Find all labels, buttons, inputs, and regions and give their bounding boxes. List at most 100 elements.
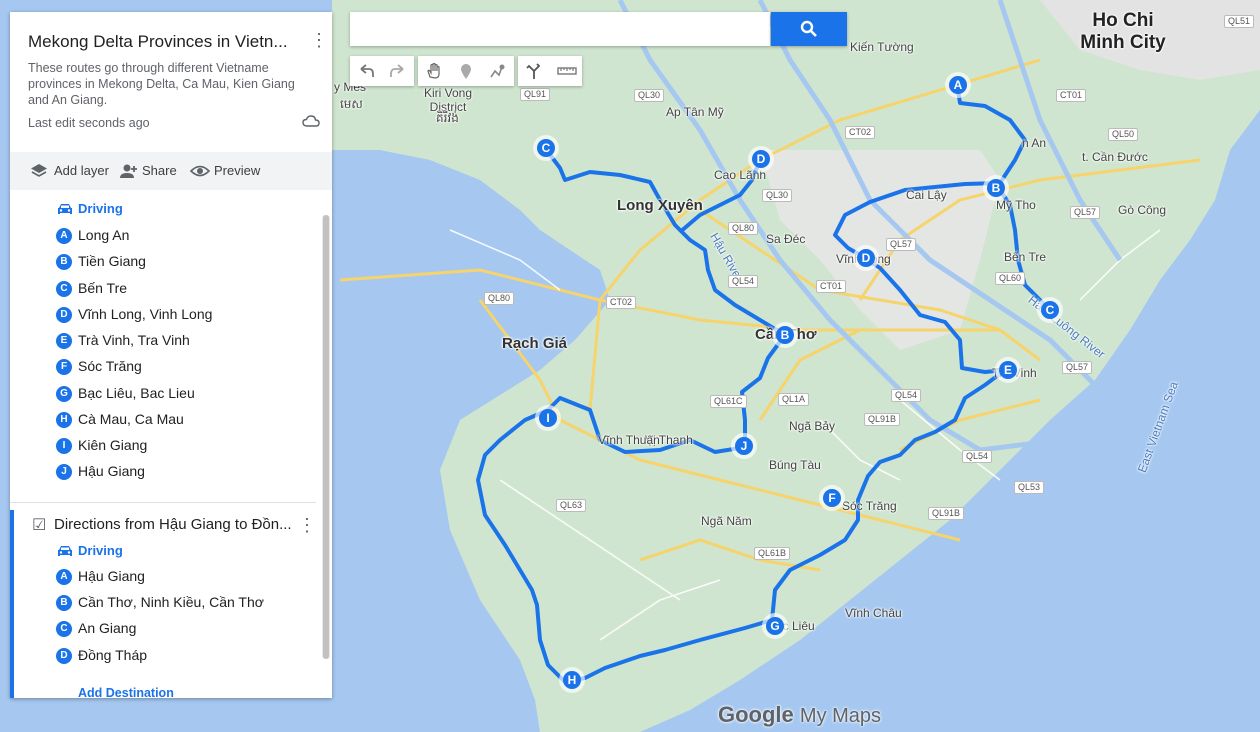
map-label-mes-kh: មេស [340,97,363,111]
redo-icon [390,64,404,77]
map-label-ben-luc: n An [1022,136,1047,150]
map-legend-panel: Mekong Delta Provinces in Vietn... ⋮ The… [10,12,332,698]
waypoint-route2-c[interactable]: C [533,135,559,161]
route-tool-group [518,56,582,86]
road-badge: QL80 [728,222,759,235]
road-badge: QL50 [1108,128,1139,141]
map-description[interactable]: These routes go through different Vietna… [28,60,308,108]
redo-button[interactable] [382,56,414,86]
layer-divider [10,502,316,503]
waypoint-f[interactable]: F [819,485,845,511]
waypoint-e[interactable]: E [995,357,1021,383]
waypoint-g[interactable]: G [762,613,788,639]
road-badge: QL91 [520,88,551,101]
road-badge: QL54 [728,275,759,288]
directions-icon [526,63,541,79]
add-destination-link[interactable]: Add Destination [78,686,174,698]
road-badge: QL30 [762,189,793,202]
road-badge: QL60 [995,272,1026,285]
road-badge: QL57 [1062,361,1093,374]
layer-list: Driving A Long An B Tiền Giang C Bến Tre DV… [10,190,320,698]
road-badge: CT02 [845,126,876,139]
add-marker-button[interactable] [450,56,482,86]
edit-tool-group [418,56,514,86]
add-directions-button[interactable] [518,56,550,86]
waypoint-a[interactable]: A [945,72,971,98]
map-label-sa-dec: Sa Đéc [766,232,806,246]
history-tool-group [350,56,414,86]
map-options-button[interactable]: ⋮ [310,30,328,50]
map-label-ben-tre: Bến Tre [1004,250,1047,264]
road-badge: CT02 [606,296,637,309]
hand-icon [427,62,440,79]
map-label-bung-tau: Búng Tàu [769,458,821,472]
road-badge: QL61C [710,395,747,408]
waypoint-d[interactable]: D [853,245,879,271]
map-label-ho-chi-minh: Ho Chi Minh City [1080,10,1166,53]
map-label-nga-bay: Ngã Bảy [789,419,836,433]
road-badge: QL54 [891,389,922,402]
map-label-cai-lay: Cai Lậy [906,188,947,202]
waypoint-b[interactable]: B [983,175,1009,201]
measure-button[interactable] [550,56,582,86]
eye-icon [190,165,210,177]
road-badge: QL91B [864,413,901,426]
waypoint-i[interactable]: I [535,405,561,431]
map-label-can-duoc: t. Cần Đước [1082,150,1148,164]
map-label-vinh-thuan: Vĩnh Thuận [598,433,660,447]
waypoint-route2-d[interactable]: D [748,146,774,172]
road-badge: QL30 [634,89,665,102]
ruler-icon [557,67,577,75]
map-label-ap-tan-my: Ap Tân Mỹ [666,105,724,119]
select-hand-button[interactable] [418,56,450,86]
road-badge: QL54 [962,450,993,463]
search-icon [800,20,817,37]
preview-button[interactable]: Preview [190,160,266,182]
map-label-nga-nam: Ngã Năm [701,514,752,528]
road-badge: QL1A [778,393,810,406]
layer2-visibility-checkbox[interactable]: ☑ [32,515,46,535]
scrollbar-thumb[interactable] [323,215,329,659]
cloud-saved-icon [302,115,320,127]
map-label-kien-tuong: Kiến Tường [850,40,914,54]
draw-line-icon [490,64,505,78]
draw-line-button[interactable] [482,56,514,86]
layer2-selected-indicator [10,510,14,698]
undo-button[interactable] [350,56,382,86]
road-badge: QL80 [484,292,515,305]
panel-scrollbar[interactable] [322,215,330,659]
map-label-soc-trang: Sóc Trăng [842,499,897,513]
layer2-options-button[interactable]: ⋮ [298,515,316,536]
map-label-khmer: គិរីវង់ [436,111,459,125]
road-badge: QL91B [928,507,965,520]
map-label-long-xuyen: Long Xuyên [617,197,703,214]
map-label-rach-gia: Rạch Giá [502,335,568,352]
car-icon [58,546,72,556]
road-badge: QL61B [754,547,791,560]
road-badge: QL63 [556,499,587,512]
share-button[interactable]: Share [118,160,182,182]
road-badge: QL53 [1014,481,1045,494]
add-layer-button[interactable]: Add layer [30,160,110,182]
add-person-icon [120,164,137,178]
marker-icon [461,64,471,79]
layers-icon [31,164,47,177]
waypoint-j[interactable]: J [731,433,757,459]
map-label-my-tho: Mỹ Tho [996,198,1036,212]
panel-header: Mekong Delta Provinces in Vietn... ⋮ The… [10,12,332,152]
waypoint-h[interactable]: H [559,667,585,693]
waypoint-c[interactable]: C [1037,297,1063,323]
search-button[interactable] [771,12,847,46]
road-badge: QL57 [886,238,917,251]
road-badge: CT01 [816,280,847,293]
road-badge: QL51 [1224,15,1255,28]
map-title[interactable]: Mekong Delta Provinces in Vietn... [28,32,288,52]
panel-actions-bar: Add layer Share Preview [10,152,332,190]
undo-icon [360,64,374,77]
search-input[interactable] [350,12,770,46]
google-my-maps-logo: Google My Maps [718,702,882,727]
road-badge: QL57 [1070,206,1101,219]
map-label-go-cong: Gò Công [1118,203,1167,217]
layer2-title[interactable]: Directions from Hậu Giang to Đồn... [54,516,292,533]
waypoint-route2-b[interactable]: B [772,322,798,348]
